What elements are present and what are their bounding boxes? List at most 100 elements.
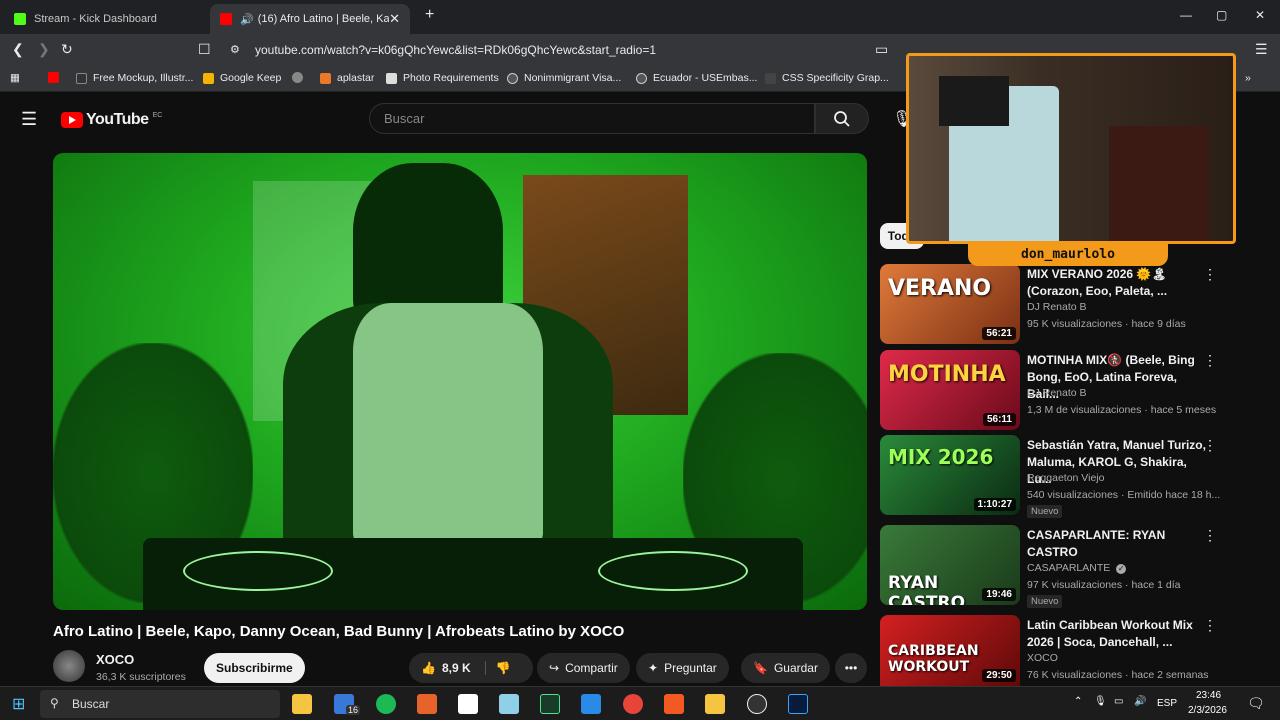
video-thumbnail[interactable]: VERANO 56:21 bbox=[880, 264, 1020, 344]
app-icon[interactable] bbox=[417, 694, 437, 714]
like-dislike-group: 👍 8,9 K 👎 bbox=[409, 653, 533, 683]
recommendation-meta: 97 K visualizaciones · hace 1 día bbox=[1027, 579, 1181, 591]
close-window-icon[interactable]: ✕ bbox=[1255, 8, 1265, 22]
like-count[interactable]: 8,9 K bbox=[442, 661, 471, 675]
more-vertical-icon[interactable]: ⋮ bbox=[1203, 527, 1217, 544]
more-bookmarks-icon[interactable]: » bbox=[1245, 72, 1251, 84]
site-info-icon[interactable]: ⚙ bbox=[230, 43, 240, 56]
video-thumbnail[interactable]: CARIBBEAN WORKOUT 29:50 bbox=[880, 615, 1020, 686]
audition-icon[interactable] bbox=[540, 694, 560, 714]
bookmark-item[interactable]: Google Keep bbox=[203, 72, 281, 84]
recommendation-channel[interactable]: Reggaeton Viejo bbox=[1027, 472, 1104, 484]
bookmark-item[interactable]: Photo Requirements bbox=[386, 72, 499, 84]
apps-icon[interactable]: ▦ bbox=[10, 72, 20, 84]
cast-icon[interactable]: ▭ bbox=[875, 41, 888, 58]
network-icon[interactable]: ▭ bbox=[1114, 696, 1123, 707]
tab-kick-dashboard[interactable]: Stream - Kick Dashboard bbox=[4, 4, 204, 34]
aplastar-icon bbox=[320, 72, 331, 84]
video-thumbnail[interactable]: RYAN CASTRO 19:46 bbox=[880, 525, 1020, 605]
more-actions-button[interactable]: ••• bbox=[835, 653, 867, 683]
recommendation-item[interactable]: MIX 2026 1:10:27 Sebastián Yatra, Manuel… bbox=[880, 435, 1220, 518]
more-vertical-icon[interactable]: ⋮ bbox=[1203, 617, 1217, 634]
spotify-icon[interactable] bbox=[376, 694, 396, 714]
bookmark-item[interactable]: Nonimmigrant Visa... bbox=[507, 72, 621, 84]
obs-icon[interactable] bbox=[747, 694, 767, 714]
recommendation-meta: 95 K visualizaciones · hace 9 días bbox=[1027, 318, 1186, 330]
chrome-icon[interactable] bbox=[623, 694, 643, 714]
microwave bbox=[939, 76, 1009, 126]
notion-icon[interactable] bbox=[458, 694, 478, 714]
file-explorer-icon[interactable] bbox=[292, 694, 312, 714]
recommendation-item[interactable]: CARIBBEAN WORKOUT 29:50 Latin Caribbean … bbox=[880, 615, 1220, 686]
clock-time[interactable]: 23:46 bbox=[1196, 690, 1221, 701]
bookmark-label: aplastar bbox=[337, 72, 375, 84]
video-thumbnail[interactable]: MIX 2026 1:10:27 bbox=[880, 435, 1020, 515]
app-icon[interactable] bbox=[499, 694, 519, 714]
minimize-icon[interactable]: — bbox=[1180, 8, 1192, 22]
search-input[interactable]: Buscar bbox=[369, 103, 815, 134]
furniture bbox=[1109, 126, 1209, 241]
tab-youtube[interactable]: 🔊 (16) Afro Latino | Beele, Kapo, ✕ bbox=[210, 4, 410, 34]
bookmark-item[interactable]: Free Mockup, Illustr... bbox=[76, 72, 193, 84]
menu-icon[interactable]: ☰ bbox=[1255, 41, 1268, 58]
maximize-icon[interactable]: ▢ bbox=[1216, 8, 1227, 22]
folder-icon[interactable] bbox=[705, 694, 725, 714]
video-thumbnail[interactable]: MOTINHA 56:11 bbox=[880, 350, 1020, 430]
more-vertical-icon[interactable]: ⋮ bbox=[1203, 352, 1217, 369]
bookmark-item[interactable] bbox=[292, 72, 309, 83]
youtube-logo[interactable]: YouTube EC bbox=[61, 111, 162, 129]
recommendation-item[interactable]: VERANO 56:21 MIX VERANO 2026 🌞🏝 (Corazon… bbox=[880, 264, 1220, 344]
youtube-icon bbox=[48, 72, 59, 83]
subscribe-button[interactable]: Subscribirme bbox=[204, 653, 305, 683]
bookmark-youtube[interactable] bbox=[48, 72, 65, 83]
volume-icon[interactable]: 🔊 bbox=[1134, 696, 1146, 707]
vscode-icon[interactable] bbox=[581, 694, 601, 714]
recommendation-channel[interactable]: XOCO bbox=[1027, 652, 1058, 664]
bookmark-item[interactable]: CSS Specificity Grap... bbox=[765, 72, 889, 84]
recommendation-title: MIX VERANO 2026 🌞🏝 (Corazon, Eoo, Paleta… bbox=[1027, 267, 1168, 298]
more-vertical-icon[interactable]: ⋮ bbox=[1203, 266, 1217, 283]
recommendation-channel[interactable]: CASAPARLANTE ✓ bbox=[1027, 562, 1127, 574]
share-button[interactable]: ↪ Compartir bbox=[537, 653, 630, 683]
recommendation-channel[interactable]: DJ Renato B bbox=[1027, 387, 1087, 399]
new-tab-icon[interactable]: + bbox=[425, 6, 434, 24]
back-icon[interactable]: ❮ bbox=[12, 41, 24, 58]
notifications-icon[interactable]: 🗨 bbox=[1247, 695, 1265, 712]
microphone-tray-icon[interactable]: 🎙 bbox=[1094, 696, 1107, 707]
clock-date[interactable]: 2/3/2026 bbox=[1188, 705, 1227, 716]
mockup-icon bbox=[76, 72, 87, 84]
search-icon bbox=[834, 110, 850, 127]
forward-icon[interactable]: ❯ bbox=[38, 41, 50, 58]
thumbs-down-icon[interactable]: 👎 bbox=[484, 661, 511, 675]
brave-icon[interactable] bbox=[664, 694, 684, 714]
address-bar[interactable]: youtube.com/watch?v=k06gQhcYewc&list=RDk… bbox=[255, 43, 656, 57]
language-indicator[interactable]: ESP bbox=[1157, 698, 1177, 709]
save-button[interactable]: 🔖 Guardar bbox=[741, 653, 830, 683]
more-vertical-icon[interactable]: ⋮ bbox=[1203, 437, 1217, 454]
bookmark-label: CSS Specificity Grap... bbox=[782, 72, 889, 84]
photoshop-icon[interactable] bbox=[788, 694, 808, 714]
bookmark-label: Google Keep bbox=[220, 72, 282, 84]
recommendation-item[interactable]: RYAN CASTRO 19:46 CASAPARLANTE: RYAN CAS… bbox=[880, 525, 1220, 608]
region-code: EC bbox=[152, 111, 163, 119]
bookmark-icon[interactable]: ☐ bbox=[198, 41, 211, 58]
channel-avatar[interactable] bbox=[53, 650, 85, 682]
bookmark-item[interactable]: aplastar bbox=[320, 72, 374, 84]
bookmark-item[interactable]: Ecuador - USEmbas... bbox=[636, 72, 757, 84]
windows-start-icon[interactable]: ⊞ bbox=[12, 694, 25, 714]
reload-icon[interactable]: ↻ bbox=[61, 41, 73, 58]
recommendation-channel[interactable]: DJ Renato B bbox=[1027, 301, 1087, 313]
close-tab-icon[interactable]: ✕ bbox=[389, 11, 400, 27]
thumbs-up-icon[interactable]: 👍 bbox=[421, 661, 436, 675]
recommendation-item[interactable]: MOTINHA 56:11 MOTINHA MIX🚷 (Beele, Bing … bbox=[880, 350, 1220, 430]
tab-label: Stream - Kick Dashboard bbox=[34, 13, 157, 25]
channel-label: CASAPARLANTE bbox=[1027, 562, 1111, 574]
channel-name[interactable]: XOCO bbox=[96, 652, 134, 667]
tray-chevron-icon[interactable]: ⌃ bbox=[1074, 696, 1082, 707]
ask-button[interactable]: ✦ Preguntar bbox=[636, 653, 729, 683]
video-player[interactable] bbox=[53, 153, 867, 610]
save-label: Guardar bbox=[773, 661, 818, 675]
taskbar-search[interactable]: ⚲ Buscar bbox=[40, 690, 280, 718]
search-button[interactable] bbox=[815, 103, 869, 134]
hamburger-menu-icon[interactable]: ☰ bbox=[21, 109, 37, 130]
